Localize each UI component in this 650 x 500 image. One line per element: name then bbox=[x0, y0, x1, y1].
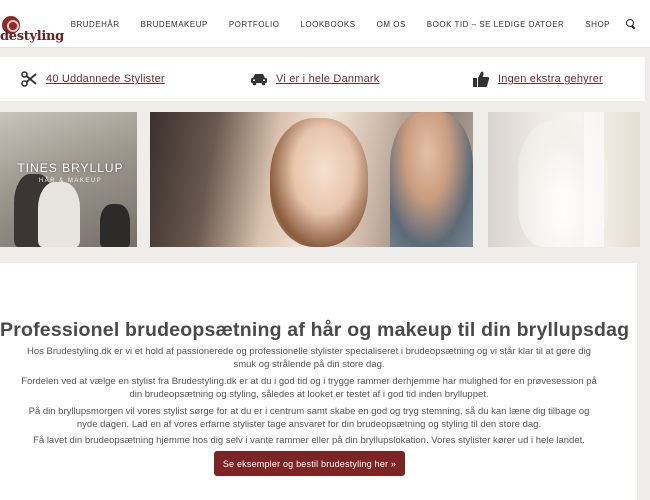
nav-item-portfolio[interactable]: PORTFOLIO bbox=[229, 20, 280, 29]
car-icon bbox=[250, 70, 268, 88]
site-header: destyling BRUDEHÅR BRUDEMAKEUP PORTFOLIO… bbox=[0, 0, 650, 48]
feature-link-denmark[interactable]: Vi er i hele Danmark bbox=[276, 73, 379, 85]
intro-paragraph: Få lavet din brudeopsætning hjemme hos d… bbox=[33, 435, 585, 446]
photo-figure bbox=[390, 112, 473, 247]
feature-link-no-fees[interactable]: Ingen ekstra gehyrer bbox=[498, 73, 603, 85]
nav-item-brudemakeup[interactable]: BRUDEMAKEUP bbox=[141, 20, 208, 29]
thumbs-up-icon bbox=[472, 70, 490, 88]
site-logo[interactable]: destyling bbox=[0, 9, 64, 44]
intro-paragraph: På din bryllupsmorgen vil vores stylist … bbox=[28, 406, 590, 430]
intro-section: Professionel brudeopsætning af hår og ma… bbox=[0, 263, 637, 500]
feature-stylists: 40 Uddannede Stylister bbox=[20, 57, 165, 101]
feature-bar: 40 Uddannede Stylister Vi er i hele Danm… bbox=[0, 57, 645, 101]
nav-item-shop[interactable]: SHOP bbox=[585, 20, 610, 29]
main-nav: BRUDEHÅR BRUDEMAKEUP PORTFOLIO LOOKBOOKS… bbox=[50, 0, 636, 48]
feature-denmark: Vi er i hele Danmark bbox=[250, 57, 379, 101]
photo-figure bbox=[584, 112, 604, 247]
intro-paragraph: Hos Brudestyling.dk er vi et hold af pas… bbox=[27, 346, 591, 370]
nav-item-book-tid[interactable]: BOOK TID – SE LEDIGE DATOER bbox=[427, 20, 565, 29]
gallery-overlay-title: TINES BRYLLUP bbox=[17, 161, 124, 175]
nav-item-brudehaar[interactable]: BRUDEHÅR bbox=[71, 20, 120, 29]
gallery-image-bride-groom[interactable] bbox=[150, 112, 473, 247]
photo-figure bbox=[100, 204, 130, 247]
gallery-image-wedding-couple[interactable]: TINES BRYLLUP HÅR & MAKEUP bbox=[0, 112, 137, 247]
nav-item-om-os[interactable]: OM OS bbox=[377, 20, 406, 29]
gallery-overlay-subtitle: HÅR & MAKEUP bbox=[38, 178, 103, 184]
intro-paragraph: Fordelen ved at vælge en stylist fra Bru… bbox=[21, 376, 597, 400]
feature-no-fees: Ingen ekstra gehyrer bbox=[472, 57, 603, 101]
gallery-image-bride-dress[interactable] bbox=[488, 112, 640, 247]
scissors-icon bbox=[20, 70, 38, 88]
photo-figure bbox=[270, 118, 368, 247]
nav-item-lookbooks[interactable]: LOOKBOOKS bbox=[300, 20, 355, 29]
cta-button[interactable]: Se eksempler og bestil brudestyling her … bbox=[214, 451, 405, 476]
search-icon[interactable] bbox=[626, 19, 636, 29]
photo-figure bbox=[38, 182, 80, 247]
feature-link-stylists[interactable]: 40 Uddannede Stylister bbox=[46, 73, 165, 85]
page-title: Professionel brudeopsætning af hår og ma… bbox=[0, 319, 630, 341]
